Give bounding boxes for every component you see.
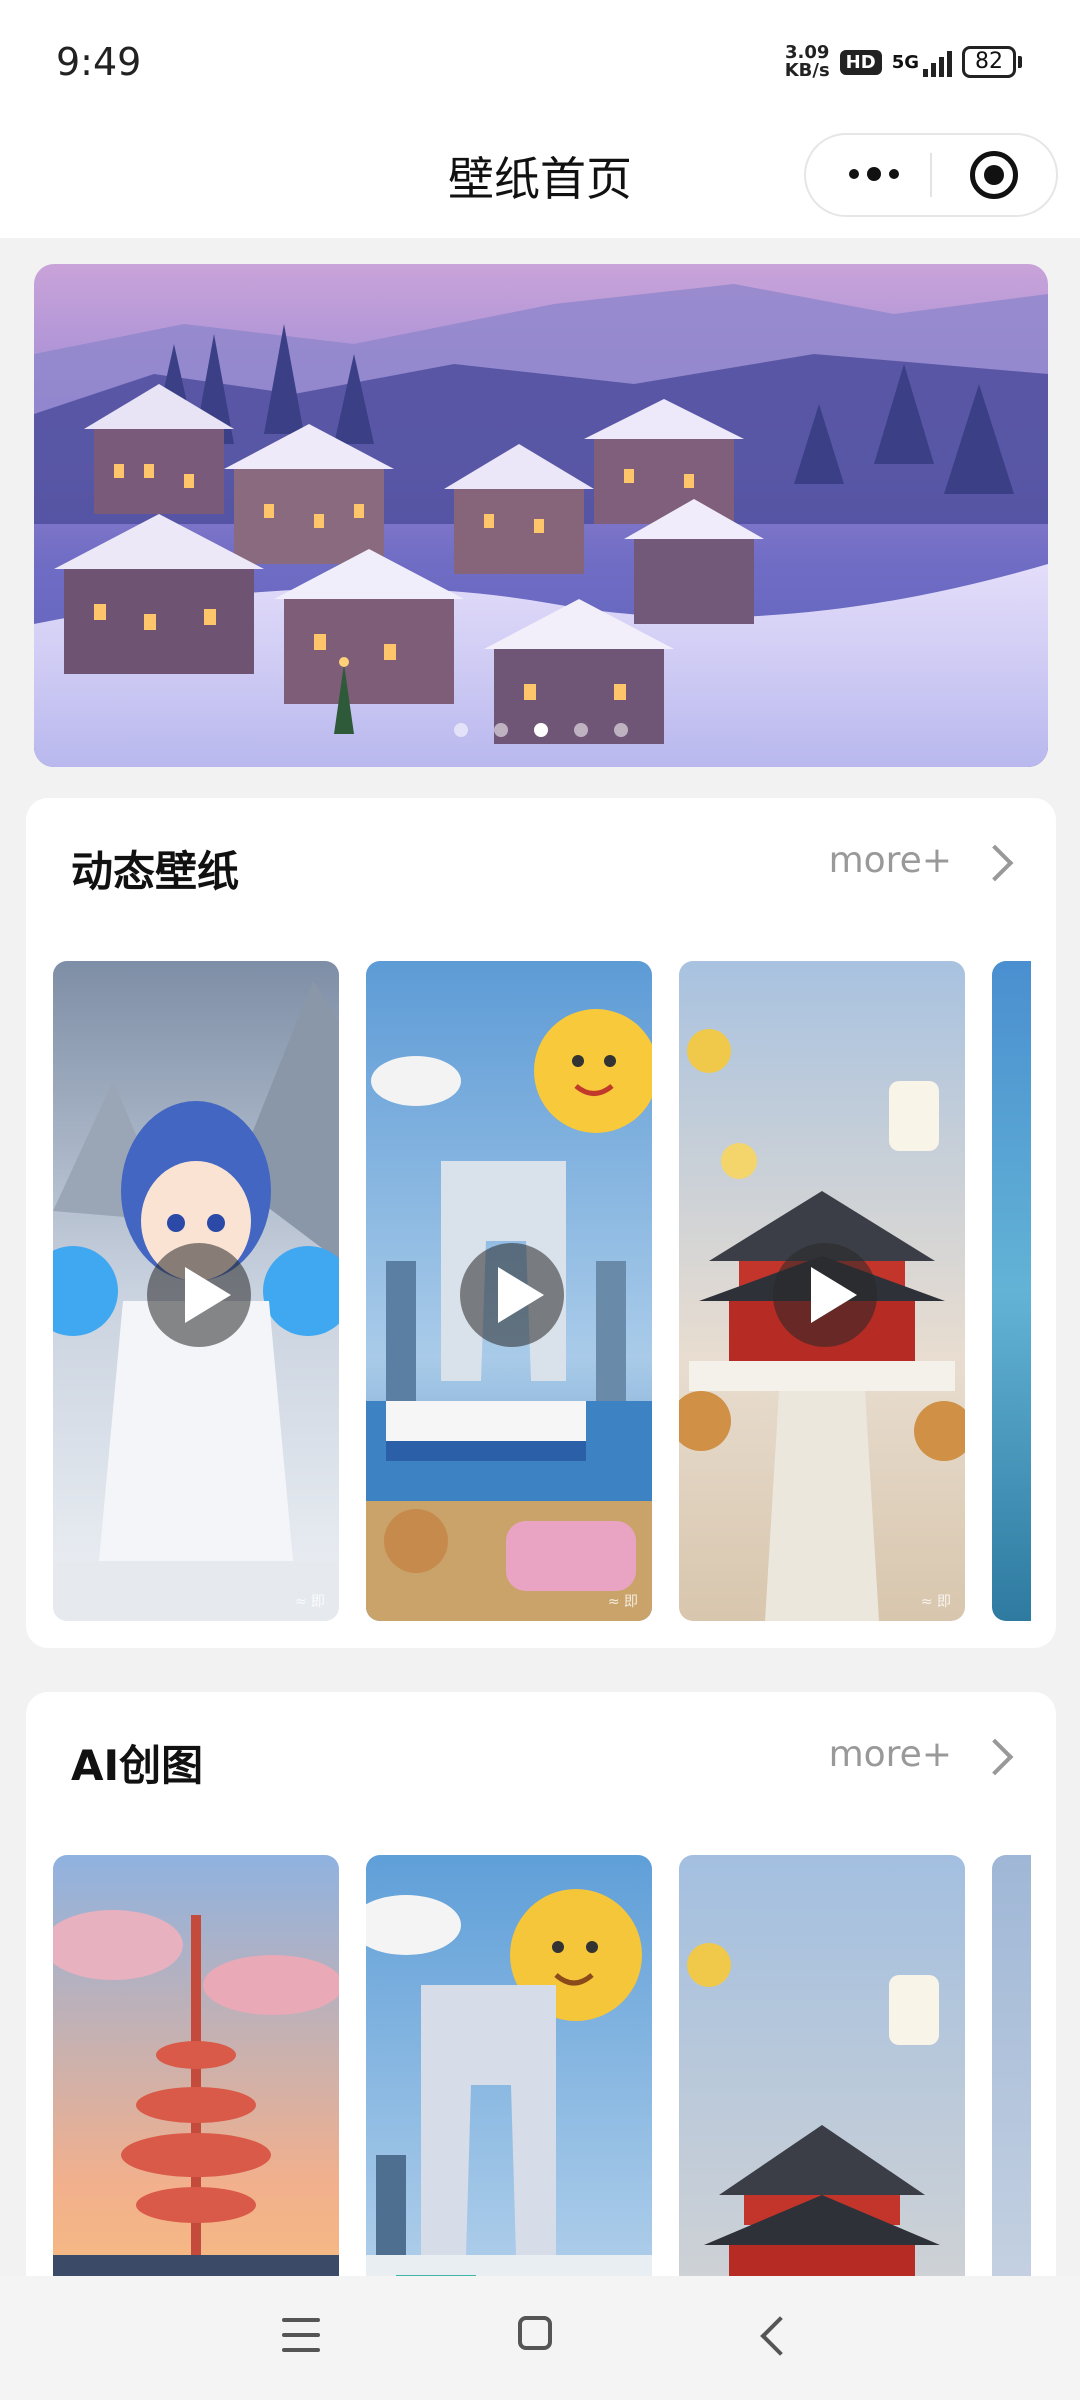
- play-icon[interactable]: [147, 1243, 251, 1347]
- chevron-right-icon[interactable]: [976, 844, 1014, 882]
- carousel-dot[interactable]: [454, 723, 468, 737]
- wallpaper-card[interactable]: ≈ 即: [679, 961, 965, 1621]
- back-chevron-icon[interactable]: [760, 2316, 800, 2356]
- wallpaper-scroll-list[interactable]: ≈ 即 ≈ 即 ≈ 即: [53, 961, 1031, 1621]
- home-square-icon[interactable]: [518, 2316, 552, 2350]
- dynamic-wallpaper-section: 动态壁纸 more+ ≈ 即 ≈ 即 ≈ 即: [26, 798, 1056, 1648]
- carousel-dot[interactable]: [574, 723, 588, 737]
- wallpaper-card[interactable]: [992, 961, 1031, 1621]
- carousel-indicator: [34, 723, 1048, 737]
- nav-bar: 壁纸首页: [0, 125, 1080, 238]
- menu-icon[interactable]: [282, 2318, 320, 2352]
- mini-program-capsule: [804, 133, 1058, 217]
- section-title: 动态壁纸: [71, 847, 240, 896]
- carousel-dot[interactable]: [494, 723, 508, 737]
- status-time: 9:49: [56, 40, 142, 84]
- watermark: ≈ 即: [607, 1594, 638, 1610]
- play-icon[interactable]: [773, 1243, 877, 1347]
- carousel-dot[interactable]: [614, 723, 628, 737]
- section-title: AI创图: [71, 1741, 204, 1790]
- system-nav-bar: [0, 2276, 1080, 2400]
- banner-carousel[interactable]: [34, 264, 1048, 767]
- status-icons: 3.09 KB/s HD 5G 82: [785, 44, 1022, 80]
- record-target-icon[interactable]: [970, 151, 1018, 199]
- more-dots-icon[interactable]: [844, 159, 904, 189]
- battery-icon: 82: [962, 46, 1022, 78]
- network-type: 5G: [891, 51, 919, 73]
- watermark: ≈ 即: [920, 1594, 951, 1610]
- banner-image: [34, 264, 1048, 767]
- network-speed: 3.09 KB/s: [784, 42, 830, 81]
- watermark: ≈ 即: [294, 1594, 325, 1610]
- more-link[interactable]: more+: [829, 1734, 952, 1775]
- more-link[interactable]: more+: [829, 840, 952, 881]
- hd-badge: HD: [839, 49, 882, 75]
- signal-icon: [923, 47, 952, 77]
- ocean-wallpaper-image: [992, 961, 1031, 1621]
- carousel-dot-active[interactable]: [534, 723, 548, 737]
- status-bar: 9:49 3.09 KB/s HD 5G 82: [0, 0, 1080, 125]
- chevron-right-icon[interactable]: [976, 1738, 1014, 1776]
- play-icon[interactable]: [460, 1243, 564, 1347]
- capsule-divider: [930, 153, 932, 197]
- wallpaper-card[interactable]: ≈ 即: [366, 961, 652, 1621]
- wallpaper-card[interactable]: ≈ 即: [53, 961, 339, 1621]
